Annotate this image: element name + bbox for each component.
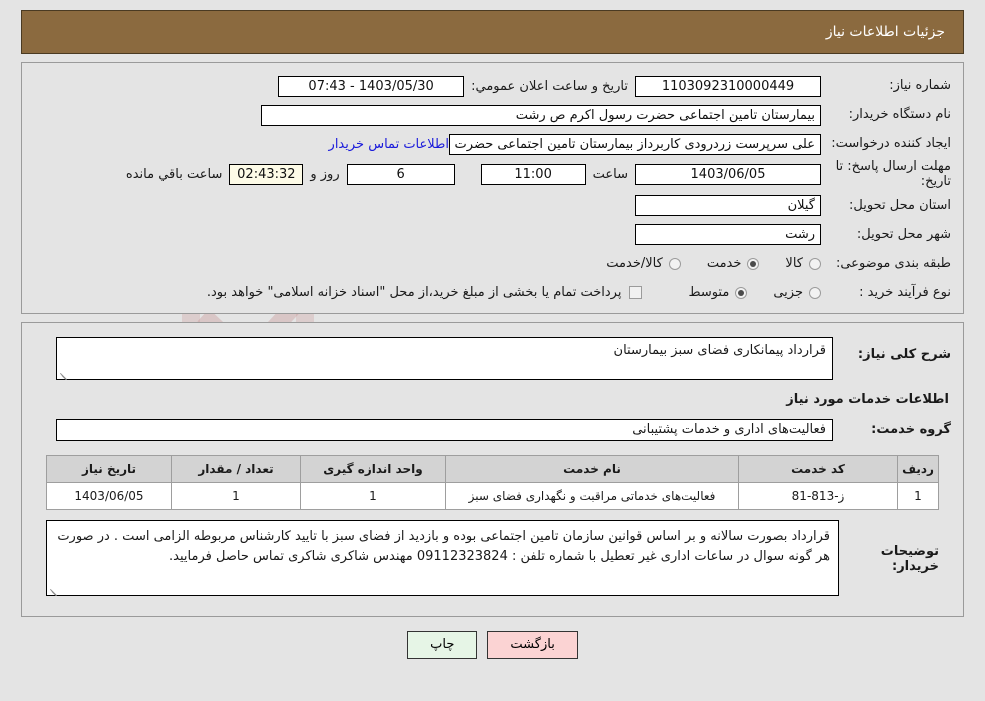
buyer-contact-link[interactable]: اطلاعات تماس خریدار bbox=[329, 137, 449, 152]
deadline-label: مهلت ارسال پاسخ: تا تاریخ: bbox=[835, 159, 951, 189]
th-unit: واحد اندازه گیری bbox=[300, 454, 446, 483]
treasury-checkbox-wrap[interactable]: پرداخت تمام یا بخشی از مبلغ خرید،از محل … bbox=[207, 285, 643, 300]
th-service-name: نام خدمت bbox=[445, 454, 739, 483]
public-announce-field[interactable]: 1403/05/30 - 07:43 bbox=[278, 75, 465, 97]
row-request-creator: ایجاد کننده درخواست: علی سرپرست زردرودی … bbox=[34, 131, 951, 157]
creator-field[interactable]: علی سرپرست زردرودی کاربرداز بیمارستان تا… bbox=[449, 133, 821, 155]
row-delivery-province: استان محل تحویل: گیلان bbox=[34, 193, 951, 219]
process-label: نوع فرآیند خرید : bbox=[859, 284, 951, 300]
row-general-description: شرح کلی نیاز: قرارداد پیمانکاری فضای سبز… bbox=[34, 336, 951, 380]
cell-quantity: 1 bbox=[171, 481, 301, 510]
resize-grip-icon[interactable] bbox=[59, 369, 68, 380]
radio-icon[interactable] bbox=[735, 286, 748, 299]
province-field[interactable]: گیلان bbox=[635, 195, 821, 217]
buyer-org-field[interactable]: بیمارستان تامین اجتماعی حضرت رسول اکرم ص… bbox=[261, 104, 821, 126]
radio-icon[interactable] bbox=[747, 257, 760, 270]
table-row: 1 ز-813-81 فعالیت‌های خدماتی مراقبت و نگ… bbox=[46, 481, 939, 510]
needed-services-table: ردیف کد خدمت نام خدمت واحد اندازه گیری ت… bbox=[46, 454, 939, 510]
row-service-group: گروه خدمت: فعالیت‌های اداری و خدمات پشتی… bbox=[34, 418, 951, 441]
service-group-field[interactable]: فعالیت‌های اداری و خدمات پشتیبانی bbox=[56, 418, 833, 441]
cell-service-name: فعالیت‌های خدماتی مراقبت و نگهداری فضای … bbox=[445, 481, 739, 510]
services-info-title: اطلاعات خدمات مورد نیاز bbox=[786, 391, 949, 407]
remaining-days-field[interactable]: 6 bbox=[346, 164, 455, 186]
footer-actions: بازگشت چاپ bbox=[0, 630, 985, 660]
th-service-code: کد خدمت bbox=[738, 454, 898, 483]
city-field[interactable]: رشت bbox=[635, 224, 821, 246]
days-and-label: روز و bbox=[310, 167, 340, 183]
page-header-bar: جزئیات اطلاعات نیاز bbox=[21, 10, 964, 54]
row-buyer-notes: توضیحات خریدار: قرارداد بصورت سالانه و ب… bbox=[46, 519, 939, 596]
process-option-jozyi[interactable]: جزیی bbox=[773, 285, 821, 300]
need-number-label: شماره نیاز: bbox=[889, 77, 951, 93]
public-announce-label: تاریخ و ساعت اعلان عمومي: bbox=[471, 78, 628, 94]
category-option-label: خدمت bbox=[706, 256, 742, 272]
category-option-khedmat[interactable]: خدمت bbox=[707, 256, 760, 271]
category-option-kala[interactable]: کالا bbox=[785, 256, 821, 271]
row-subject-category: طبقه بندی موضوعی: کالا خدمت کالا/خدمت bbox=[34, 251, 951, 277]
row-response-deadline: مهلت ارسال پاسخ: تا تاریخ: 1403/06/05 سا… bbox=[34, 159, 951, 190]
process-option-label: متوسط bbox=[688, 285, 730, 301]
cell-need-date: 1403/06/05 bbox=[46, 481, 172, 510]
category-option-label: کالا bbox=[785, 256, 803, 272]
buyer-org-label: نام دستگاه خریدار: bbox=[848, 106, 951, 122]
need-summary-panel: شماره نیاز: 1103092310000449 تاریخ و ساع… bbox=[21, 62, 964, 314]
buyer-notes-textarea[interactable]: قرارداد بصورت سالانه و بر اساس قوانین سا… bbox=[46, 519, 839, 596]
province-label: استان محل تحویل: bbox=[849, 197, 951, 213]
row-need-number: شماره نیاز: 1103092310000449 تاریخ و ساع… bbox=[34, 73, 951, 99]
general-desc-textarea[interactable]: قرارداد پیمانکاری فضای سبز بیمارستان bbox=[56, 336, 833, 380]
buyer-notes-value: قرارداد بصورت سالانه و بر اساس قوانین سا… bbox=[57, 528, 830, 565]
th-radif: ردیف bbox=[897, 454, 939, 483]
row-buyer-org: نام دستگاه خریدار: بیمارستان تامین اجتما… bbox=[34, 102, 951, 128]
general-desc-label: شرح کلی نیاز: bbox=[857, 346, 951, 362]
category-radio-group: کالا خدمت کالا/خدمت bbox=[580, 256, 821, 271]
need-details-panel: شرح کلی نیاز: قرارداد پیمانکاری فضای سبز… bbox=[21, 321, 964, 617]
cell-unit: 1 bbox=[300, 481, 446, 510]
th-need-date: تاریخ نیاز bbox=[46, 454, 172, 483]
resize-grip-icon[interactable] bbox=[49, 585, 58, 596]
category-label: طبقه بندی موضوعی: bbox=[835, 255, 951, 271]
row-delivery-city: شهر محل تحویل: رشت bbox=[34, 222, 951, 248]
back-button[interactable]: بازگشت bbox=[487, 630, 578, 660]
process-option-motevaset[interactable]: متوسط bbox=[688, 285, 748, 301]
remaining-hours-label: ساعت باقي مانده bbox=[125, 167, 223, 183]
page-title: جزئیات اطلاعات نیاز bbox=[825, 24, 945, 40]
city-label: شهر محل تحویل: bbox=[856, 226, 951, 242]
process-option-label: جزیی bbox=[773, 285, 803, 301]
cell-service-code: ز-813-81 bbox=[738, 481, 898, 510]
process-radio-group: جزیی متوسط bbox=[662, 285, 821, 300]
checkbox-icon[interactable] bbox=[629, 286, 643, 300]
cell-radif: 1 bbox=[897, 481, 939, 510]
radio-icon[interactable] bbox=[809, 286, 821, 299]
countdown-field: 02:43:32 bbox=[229, 164, 304, 186]
treasury-checkbox-label: پرداخت تمام یا بخشی از مبلغ خرید،از محل … bbox=[206, 285, 622, 301]
need-number-field[interactable]: 1103092310000449 bbox=[635, 75, 821, 97]
radio-icon[interactable] bbox=[668, 257, 681, 270]
general-desc-value: قرارداد پیمانکاری فضای سبز بیمارستان bbox=[613, 342, 826, 358]
category-option-label: کالا/خدمت bbox=[606, 256, 663, 272]
radio-icon[interactable] bbox=[809, 257, 821, 270]
buyer-notes-label: توضیحات خریدار: bbox=[880, 543, 939, 574]
deadline-date-field[interactable]: 1403/06/05 bbox=[635, 164, 821, 186]
print-button[interactable]: چاپ bbox=[407, 630, 478, 660]
row-purchase-process: نوع فرآیند خرید : جزیی متوسط پرداخت تمام… bbox=[34, 280, 951, 306]
table-header-row: ردیف کد خدمت نام خدمت واحد اندازه گیری ت… bbox=[46, 454, 939, 483]
deadline-time-field[interactable]: 11:00 bbox=[480, 164, 586, 186]
creator-label: ایجاد کننده درخواست: bbox=[831, 135, 951, 151]
category-option-kala-khedmat[interactable]: کالا/خدمت bbox=[606, 256, 681, 271]
th-quantity: تعداد / مقدار bbox=[171, 454, 301, 483]
service-group-label: گروه خدمت: bbox=[871, 422, 951, 438]
page-root: جزئیات اطلاعات نیاز شماره نیاز: 11030923… bbox=[0, 10, 985, 660]
deadline-time-label: ساعت bbox=[592, 167, 628, 183]
